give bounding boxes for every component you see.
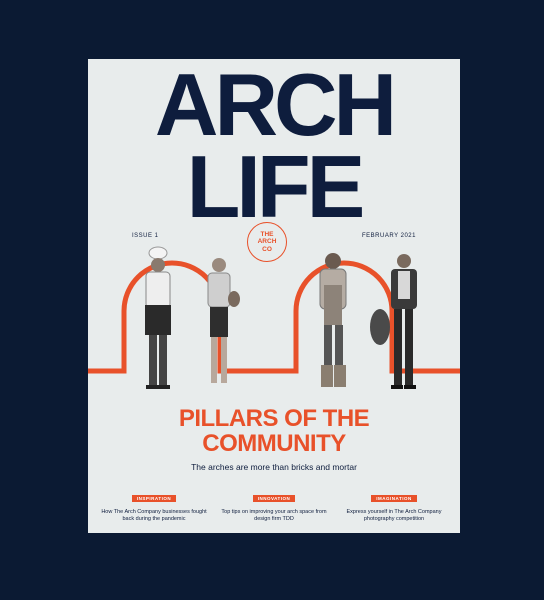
arches-illustration — [88, 246, 460, 389]
masthead-life: LIFE — [186, 137, 366, 236]
the-arch-co-seal: THE ARCH CO — [247, 222, 287, 262]
cover-subheadline: The arches are more than bricks and mort… — [191, 462, 357, 472]
magazine-cover: ARCH LIFE ISSUE 1 FEBRUARY 2021 THE ARCH… — [88, 59, 460, 533]
seal-line-3: CO — [262, 245, 272, 253]
person-woman-bag — [207, 258, 240, 383]
teaser-tag: INNOVATION — [252, 495, 296, 502]
teaser-imagination: IMAGINATION Express yourself in The Arch… — [338, 487, 450, 523]
cover-headline-line-2: COMMUNITY — [202, 430, 346, 457]
person-apron — [319, 253, 347, 387]
cover-headline-line-1: PILLARS OF THE — [178, 405, 370, 432]
teaser-text: Express yourself in The Arch Company pho… — [346, 509, 442, 522]
teaser-inspiration: INSPIRATION How The Arch Company busines… — [98, 487, 210, 523]
teaser-text: Top tips on improving your arch space fr… — [221, 509, 327, 522]
masthead-arch: ARCH — [154, 59, 397, 154]
seal-line-1: THE — [260, 230, 274, 238]
teaser-tag: INSPIRATION — [131, 495, 177, 502]
teaser-text: How The Arch Company businesses fought b… — [101, 509, 207, 522]
teaser-tag: IMAGINATION — [371, 495, 417, 502]
seal-line-2: ARCH — [257, 238, 277, 246]
teaser-innovation: INNOVATION Top tips on improving your ar… — [218, 487, 330, 523]
